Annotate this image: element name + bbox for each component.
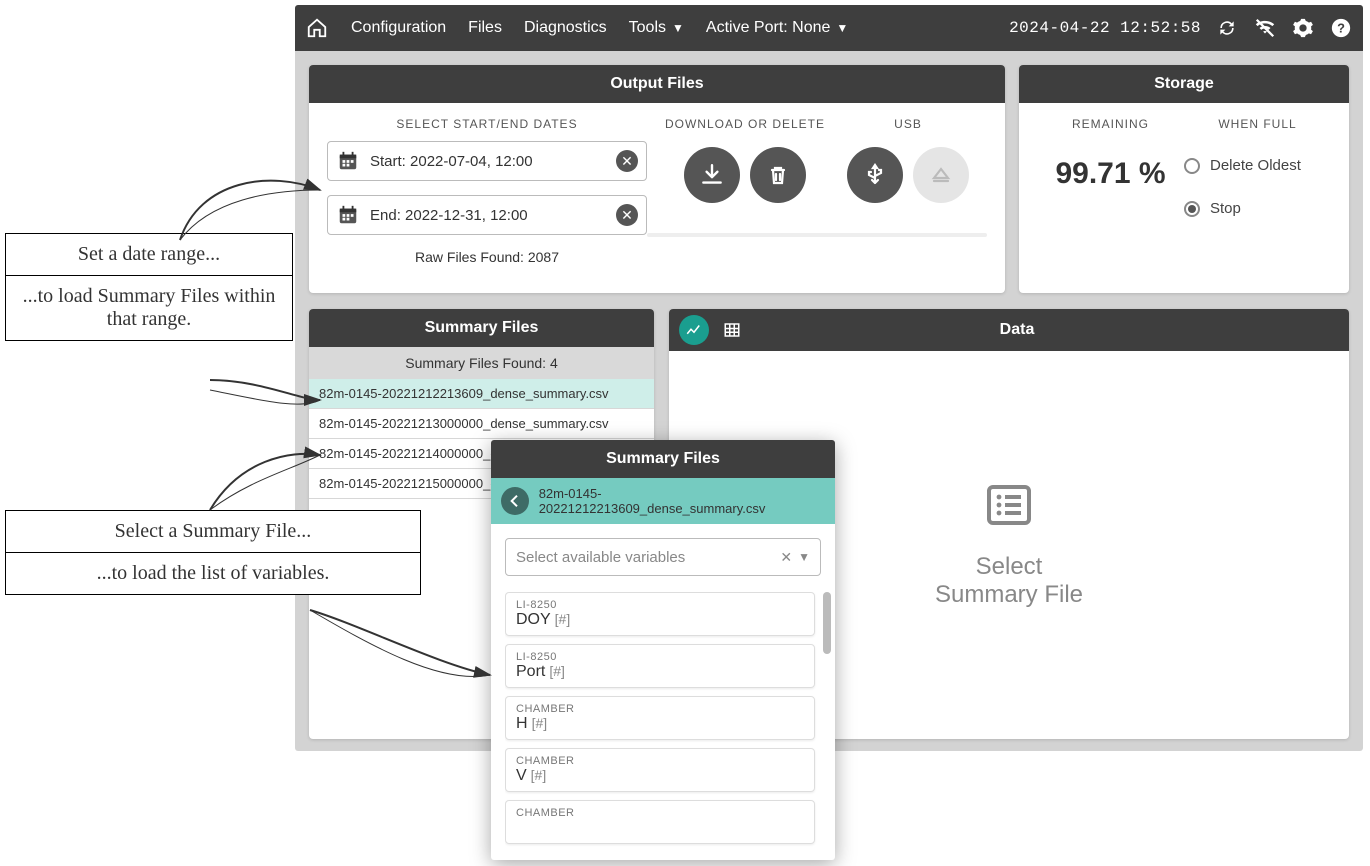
clear-select-icon[interactable]: ✕ <box>774 549 798 566</box>
whenfull-label: WHEN FULL <box>1184 117 1331 131</box>
clock-text: 2024-04-22 12:52:58 <box>1009 19 1201 37</box>
variable-name: DOY <box>516 611 551 628</box>
chevron-down-icon: ▼ <box>836 21 848 35</box>
download-delete-label: DOWNLOAD OR DELETE <box>665 117 825 131</box>
remaining-value: 99.71 % <box>1037 157 1184 191</box>
variable-unit: [#] <box>549 663 565 679</box>
storage-card: Storage REMAINING 99.71 % WHEN FULL Dele… <box>1019 65 1349 293</box>
popup-title: Summary Files <box>491 440 835 478</box>
raw-files-found: Raw Files Found: 2087 <box>327 249 647 265</box>
radio-icon <box>1184 158 1200 174</box>
variable-unit: [#] <box>555 611 571 627</box>
chart-mode-button[interactable] <box>679 315 709 345</box>
variable-group: LI-8250 <box>516 599 804 611</box>
nav-files[interactable]: Files <box>468 19 502 37</box>
variable-name: V <box>516 767 527 784</box>
storage-title: Storage <box>1019 65 1349 103</box>
nav-tools[interactable]: Tools ▼ <box>629 19 684 37</box>
list-icon <box>985 481 1033 529</box>
scrollbar-thumb[interactable] <box>823 592 831 654</box>
nav-tools-label: Tools <box>629 19 666 37</box>
sync-icon[interactable] <box>1215 16 1239 40</box>
usb-label: USB <box>894 117 922 131</box>
end-date-input[interactable]: End: 2022-12-31, 12:00 ✕ <box>327 195 647 235</box>
nav-diagnostics[interactable]: Diagnostics <box>524 19 607 37</box>
nav-active-port-label: Active Port: None <box>706 19 831 37</box>
variable-select[interactable]: Select available variables ✕ ▼ <box>505 538 821 576</box>
data-placeholder-line1: Select <box>976 553 1043 581</box>
arrow-icon <box>200 430 330 520</box>
arrow-icon <box>300 605 500 705</box>
home-icon[interactable] <box>305 16 329 40</box>
clear-start-icon[interactable]: ✕ <box>616 150 638 172</box>
output-files-card: Output Files SELECT START/END DATES Star… <box>309 65 1005 293</box>
calendar-icon <box>336 203 360 227</box>
annotation-line: ...to load Summary Files within that ran… <box>6 275 292 340</box>
variable-name: H <box>516 715 528 732</box>
variable-item[interactable]: LI-8250 Port[#] <box>505 644 815 688</box>
chevron-down-icon: ▼ <box>672 21 684 35</box>
variable-group: CHAMBER <box>516 807 804 819</box>
annotation-select-summary: Select a Summary File... ...to load the … <box>5 510 421 595</box>
clear-end-icon[interactable]: ✕ <box>616 204 638 226</box>
summary-file-row[interactable]: 82m-0145-20221213000000_dense_summary.cs… <box>309 409 654 439</box>
nav-configuration[interactable]: Configuration <box>351 19 446 37</box>
help-icon[interactable]: ? <box>1329 16 1353 40</box>
radio-stop-label: Stop <box>1210 200 1241 217</box>
chevron-down-icon[interactable]: ▼ <box>798 550 810 564</box>
download-button[interactable] <box>684 147 740 203</box>
back-button[interactable] <box>501 487 529 515</box>
start-date-input[interactable]: Start: 2022-07-04, 12:00 ✕ <box>327 141 647 181</box>
svg-text:?: ? <box>1337 21 1345 36</box>
wifi-off-icon[interactable] <box>1253 16 1277 40</box>
radio-delete-oldest[interactable]: Delete Oldest <box>1184 157 1331 174</box>
radio-icon <box>1184 201 1200 217</box>
variable-group: CHAMBER <box>516 755 804 767</box>
end-date-text: End: 2022-12-31, 12:00 <box>370 207 616 224</box>
arrow-icon <box>170 160 330 250</box>
calendar-icon <box>336 149 360 173</box>
annotation-line: ...to load the list of variables. <box>6 552 420 594</box>
variable-unit: [#] <box>532 715 548 731</box>
summary-files-title: Summary Files <box>309 309 654 347</box>
variable-item[interactable]: CHAMBER <box>505 800 815 844</box>
select-dates-label: SELECT START/END DATES <box>327 117 647 131</box>
progress-bar <box>647 233 987 237</box>
table-mode-button[interactable] <box>717 315 747 345</box>
variable-item[interactable]: LI-8250 DOY[#] <box>505 592 815 636</box>
start-date-text: Start: 2022-07-04, 12:00 <box>370 153 616 170</box>
remaining-label: REMAINING <box>1037 117 1184 131</box>
data-placeholder-line2: Summary File <box>935 581 1083 609</box>
data-title: Data <box>755 321 1339 339</box>
summary-files-found: Summary Files Found: 4 <box>309 347 654 379</box>
nav-active-port[interactable]: Active Port: None ▼ <box>706 19 848 37</box>
variable-unit: [#] <box>531 767 547 783</box>
summary-file-popup: Summary Files 82m-0145-20221212213609_de… <box>491 440 835 860</box>
usb-button[interactable] <box>847 147 903 203</box>
eject-button[interactable] <box>913 147 969 203</box>
variable-group: CHAMBER <box>516 703 804 715</box>
radio-delete-oldest-label: Delete Oldest <box>1210 157 1301 174</box>
delete-button[interactable] <box>750 147 806 203</box>
gear-icon[interactable] <box>1291 16 1315 40</box>
output-files-title: Output Files <box>309 65 1005 103</box>
variable-item[interactable]: CHAMBER H[#] <box>505 696 815 740</box>
variable-group: LI-8250 <box>516 651 804 663</box>
variable-item[interactable]: CHAMBER V[#] <box>505 748 815 792</box>
popup-filename: 82m-0145-20221212213609_dense_summary.cs… <box>539 486 825 516</box>
variable-name: Port <box>516 663 545 680</box>
summary-file-row[interactable]: 82m-0145-20221212213609_dense_summary.cs… <box>309 379 654 409</box>
variable-select-placeholder: Select available variables <box>516 549 774 566</box>
radio-stop[interactable]: Stop <box>1184 200 1331 217</box>
